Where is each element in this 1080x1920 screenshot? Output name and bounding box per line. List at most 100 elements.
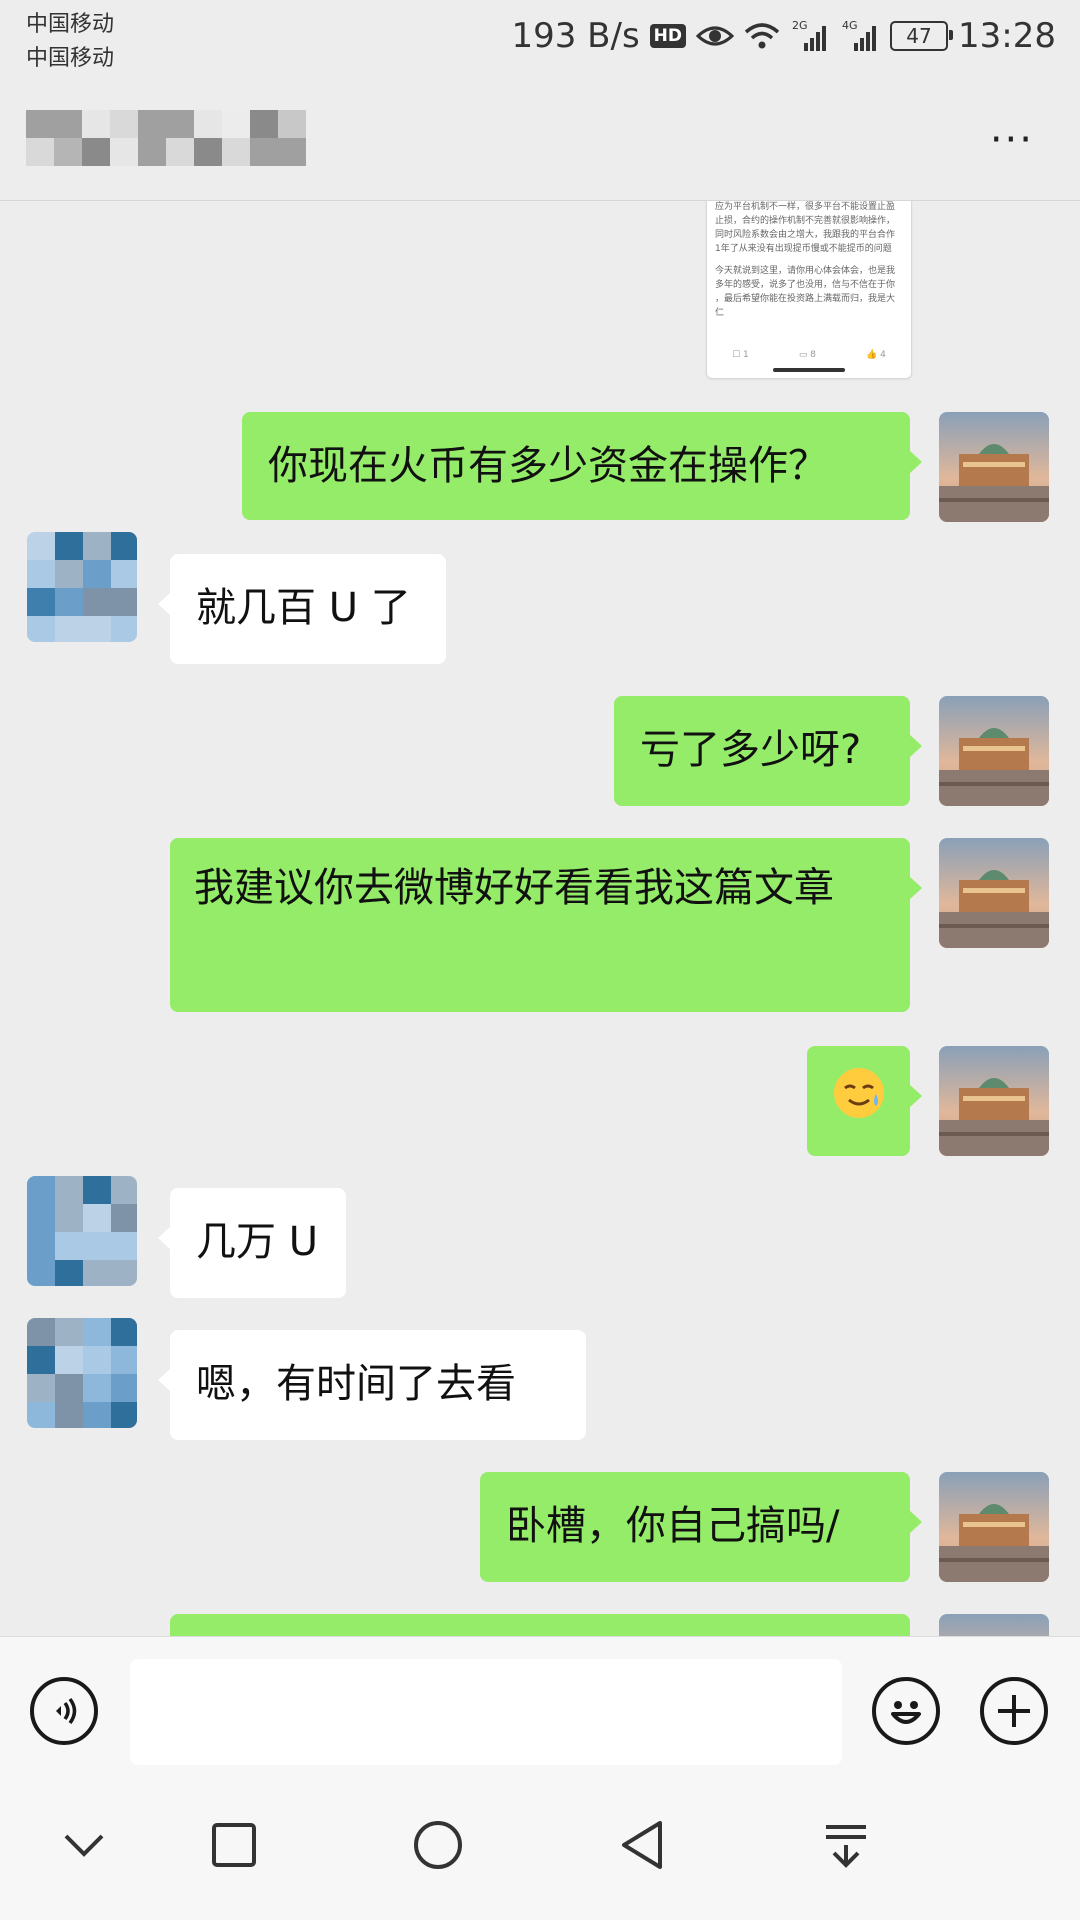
message-bubble-received[interactable]: 就几百 U 了	[158, 554, 446, 664]
mosaic-cell	[83, 1176, 111, 1204]
home-indicator-bar	[773, 368, 845, 372]
avatar-contact[interactable]	[27, 532, 137, 642]
signal-4g-icon: 4G	[840, 19, 880, 53]
screenshot-text-line: 今天就说到这里，请你用心体会体会，也是我	[715, 266, 896, 276]
mosaic-cell	[55, 1318, 83, 1346]
mosaic-cell	[111, 1346, 137, 1374]
mosaic-cell	[82, 110, 110, 138]
message-bubble-sent[interactable]: 卧槽，你自己搞吗/	[480, 1472, 922, 1582]
mosaic-cell	[27, 560, 55, 588]
mosaic-cell	[83, 1204, 111, 1232]
mosaic-cell	[111, 1176, 137, 1204]
message-bubble-sent[interactable]: 亏了多少呀?	[614, 696, 922, 806]
screenshot-text-line: 1年了从来没有出现提币慢或不能提币的问题	[715, 244, 892, 254]
avatar-contact[interactable]	[27, 1318, 137, 1428]
mosaic-cell	[27, 1204, 55, 1232]
signal-2g-label: 2G	[792, 19, 808, 32]
back-button[interactable]	[582, 1770, 702, 1920]
screenshot-footer-item: ☐ 1	[732, 350, 749, 360]
signal-2g-icon: 2G	[790, 19, 830, 53]
system-navigation-bar	[0, 1770, 1080, 1920]
mosaic-cell	[278, 110, 306, 138]
screenshot-footer-item: ▭ 8	[798, 350, 816, 360]
eye-icon	[696, 23, 735, 49]
hide-nav-button[interactable]	[24, 1770, 144, 1920]
mosaic-cell	[83, 616, 111, 642]
shared-screenshot-message[interactable]: 应为平台机制不一样，很多平台不能设置止盈 止损，合约的操作机制不完善就很影响操作，…	[706, 200, 912, 379]
emoji-button[interactable]	[872, 1677, 940, 1745]
mosaic-cell	[83, 1260, 111, 1286]
avatar-me[interactable]	[939, 1046, 1049, 1156]
message-input[interactable]	[130, 1659, 842, 1765]
mosaic-cell	[55, 532, 83, 560]
avatar-contact[interactable]	[27, 1176, 137, 1286]
mosaic-cell	[83, 1232, 111, 1260]
mosaic-cell	[194, 138, 222, 166]
mosaic-cell	[55, 1346, 83, 1374]
mosaic-cell	[166, 138, 194, 166]
mosaic-cell	[111, 532, 137, 560]
mosaic-cell	[83, 1402, 111, 1428]
mosaic-cell	[55, 588, 83, 616]
screenshot-text-line: ，最后希望你能在投资路上满载而归，我是大	[715, 294, 896, 304]
avatar-me[interactable]	[939, 696, 1049, 806]
square-icon	[212, 1823, 256, 1867]
mosaic-cell	[110, 138, 138, 166]
notification-button[interactable]	[786, 1770, 906, 1920]
mosaic-cell	[27, 1176, 55, 1204]
network-speed: 193 B/s	[511, 16, 640, 56]
message-bubble-sent[interactable]: 我建议你去微博好好看看我这篇文章	[170, 838, 922, 1012]
screenshot-text-line: 应为平台机制不一样，很多平台不能设置止盈	[715, 202, 896, 212]
screenshot-footer-item: 👍 4	[866, 350, 886, 360]
home-button[interactable]	[378, 1770, 498, 1920]
message-text: 几万 U	[196, 1219, 318, 1265]
status-bar: 中国移动 中国移动 193 B/s HD 2G 4G 47 13:28	[0, 0, 1080, 80]
notification-pulldown-icon	[826, 1825, 866, 1868]
mosaic-cell	[166, 110, 194, 138]
mosaic-cell	[27, 1374, 55, 1402]
smile-icon	[891, 1701, 921, 1724]
mosaic-cell	[55, 1260, 83, 1286]
message-bubble-sent[interactable]	[170, 1614, 910, 1636]
message-bubble-sent[interactable]	[807, 1046, 922, 1156]
mosaic-cell	[138, 110, 166, 138]
screenshot-text: 应为平台机制不一样，很多平台不能设置止盈 止损，合约的操作机制不完善就很影响操作，…	[715, 200, 903, 320]
mosaic-cell	[83, 588, 111, 616]
mosaic-cell	[111, 1318, 137, 1346]
battery-level: 47	[906, 24, 932, 48]
mosaic-cell	[55, 1204, 83, 1232]
mosaic-cell	[27, 532, 55, 560]
avatar-me[interactable]	[939, 412, 1049, 522]
avatar-me[interactable]	[939, 838, 1049, 948]
message-text: 就几百 U 了	[196, 585, 411, 631]
mosaic-cell	[55, 616, 83, 642]
message-bubble-received[interactable]: 几万 U	[158, 1188, 346, 1298]
signal-4g-label: 4G	[842, 19, 858, 32]
mosaic-cell	[27, 1260, 55, 1286]
mosaic-cell	[55, 1232, 83, 1260]
more-options-button[interactable]: ···	[990, 120, 1034, 160]
screenshot-footer: ☐ 1 ▭ 8 👍 4	[707, 350, 911, 360]
screenshot-text-line: 仁	[715, 308, 725, 318]
more-functions-button[interactable]	[980, 1677, 1048, 1745]
mosaic-cell	[111, 616, 137, 642]
hd-badge: HD	[649, 24, 687, 48]
voice-input-button[interactable]	[30, 1677, 98, 1745]
chat-message-list[interactable]: 应为平台机制不一样，很多平台不能设置止盈 止损，合约的操作机制不完善就很影响操作，…	[0, 200, 1080, 1636]
message-bubble-received[interactable]: 嗯，有时间了去看	[158, 1330, 586, 1440]
mosaic-cell	[83, 1374, 111, 1402]
message-input-bar	[0, 1636, 1080, 1771]
recents-button[interactable]	[174, 1770, 294, 1920]
avatar-me[interactable]	[939, 1614, 1049, 1636]
mosaic-cell	[111, 1232, 137, 1260]
message-text: 你现在火币有多少资金在操作？	[268, 443, 828, 489]
back-triangle-icon	[622, 1821, 662, 1869]
avatar-me[interactable]	[939, 1472, 1049, 1582]
mosaic-cell	[111, 1402, 137, 1428]
message-bubble-sent[interactable]: 你现在火币有多少资金在操作？	[242, 412, 922, 520]
status-indicators: 193 B/s HD 2G 4G 47 13:28	[511, 14, 1056, 58]
message-text: 我建议你去微博好好看看我这篇文章	[194, 865, 834, 911]
mosaic-cell	[111, 588, 137, 616]
mosaic-cell	[111, 560, 137, 588]
voice-icon	[56, 1697, 77, 1725]
